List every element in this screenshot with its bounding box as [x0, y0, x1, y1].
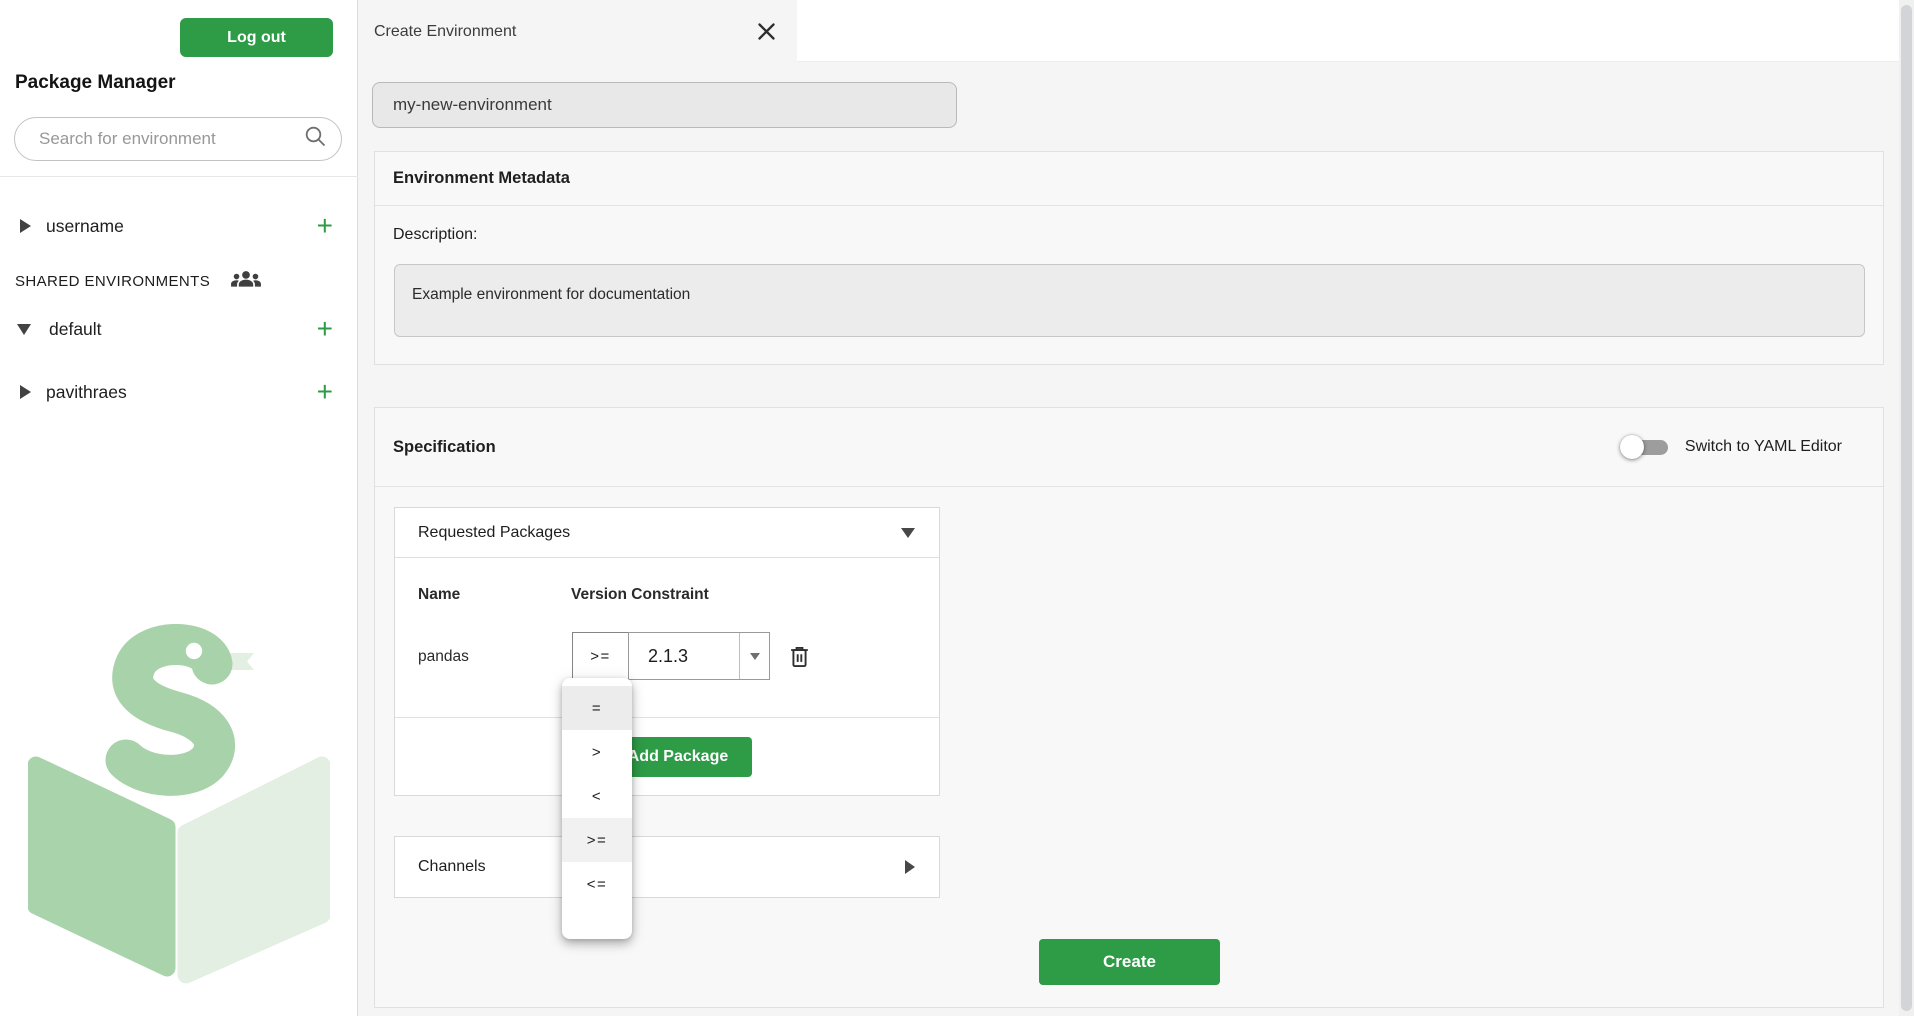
sidebar-item-default[interactable]: default +: [0, 309, 357, 349]
trash-icon: [790, 646, 808, 667]
package-name: pandas: [418, 647, 469, 665]
channels-title: Channels: [418, 858, 486, 875]
book-left-page: [27, 756, 176, 977]
book-right-page: [177, 756, 331, 984]
add-environment-button[interactable]: +: [317, 378, 333, 406]
close-icon[interactable]: [755, 21, 777, 43]
namespace-label: pavithraes: [46, 381, 127, 402]
namespace-label: default: [49, 318, 102, 339]
yaml-editor-switch[interactable]: [1619, 435, 1668, 459]
environment-name-input[interactable]: [372, 82, 957, 128]
description-input[interactable]: Example environment for documentation: [394, 264, 1865, 337]
yaml-editor-switch-label: Switch to YAML Editor: [1684, 438, 1842, 455]
environment-metadata-section: Environment Metadata Description: Exampl…: [374, 151, 1884, 365]
operator-option-gt[interactable]: >: [562, 730, 632, 774]
operator-menu: = > < >= <=: [562, 678, 632, 939]
environment-search: [14, 117, 342, 161]
version-dropdown-button[interactable]: [740, 633, 769, 679]
search-icon: [304, 125, 327, 153]
package-table-header: Name Version Constraint: [418, 586, 709, 604]
requested-packages-header[interactable]: Requested Packages: [395, 508, 939, 558]
snake-eye: [185, 642, 203, 660]
description-label: Description:: [393, 226, 478, 243]
operator-option-gte[interactable]: >=: [562, 818, 632, 862]
logout-button[interactable]: Log out: [180, 18, 333, 57]
operator-option-lt[interactable]: <: [562, 774, 632, 818]
shared-environments-heading: SHARED ENVIRONMENTS: [15, 262, 345, 300]
switch-knob[interactable]: [1619, 435, 1644, 459]
chevron-down-icon: [17, 323, 31, 335]
dropdown-arrow-icon: [749, 652, 760, 660]
add-environment-button[interactable]: +: [317, 212, 333, 240]
tab-create-environment[interactable]: Create Environment: [358, 0, 797, 63]
tab-title: Create Environment: [374, 22, 517, 40]
chevron-right-icon: [20, 219, 31, 233]
namespace-label: username: [46, 215, 124, 236]
search-input[interactable]: [37, 128, 304, 150]
people-icon: [230, 267, 262, 298]
channels-accordion[interactable]: Channels: [394, 836, 940, 898]
sidebar-item-pavithraes[interactable]: pavithraes +: [0, 372, 357, 412]
add-environment-button[interactable]: +: [317, 315, 333, 343]
delete-package-button[interactable]: [783, 640, 815, 672]
operator-option-eq[interactable]: =: [562, 686, 632, 730]
operator-option-lte[interactable]: <=: [562, 862, 632, 906]
app-title: Package Manager: [15, 72, 176, 93]
column-name: Name: [418, 586, 461, 603]
expand-arrow-icon: [905, 860, 915, 874]
conda-store-app: Log out Package Manager username + SHARE…: [0, 0, 1914, 1016]
constraint-operator-select[interactable]: >=: [572, 632, 629, 680]
accordion-divider: [395, 717, 939, 718]
snake-body: [105, 624, 235, 796]
conda-store-logo: [27, 624, 331, 991]
yaml-editor-toggle-group: Switch to YAML Editor: [1619, 408, 1842, 486]
create-button[interactable]: Create: [1039, 939, 1220, 985]
chevron-right-icon: [20, 385, 31, 399]
version-value: 2.1.3: [648, 645, 689, 666]
sidebar-item-username[interactable]: username +: [0, 206, 357, 246]
collapse-arrow-icon: [901, 527, 915, 538]
sidebar: Log out Package Manager username + SHARE…: [0, 0, 358, 1016]
requested-packages-accordion: Requested Packages Name Version Constrai…: [394, 507, 940, 796]
metadata-section-title: Environment Metadata: [375, 152, 1883, 206]
requested-packages-title: Requested Packages: [418, 523, 571, 541]
sidebar-divider: [0, 176, 358, 177]
version-combobox[interactable]: 2.1.3: [628, 632, 770, 680]
column-version-constraint: Version Constraint: [571, 586, 709, 603]
specification-section-title: Specification: [393, 437, 496, 456]
shared-environments-label: SHARED ENVIRONMENTS: [15, 272, 211, 290]
scrollbar-thumb[interactable]: [1901, 5, 1912, 1011]
